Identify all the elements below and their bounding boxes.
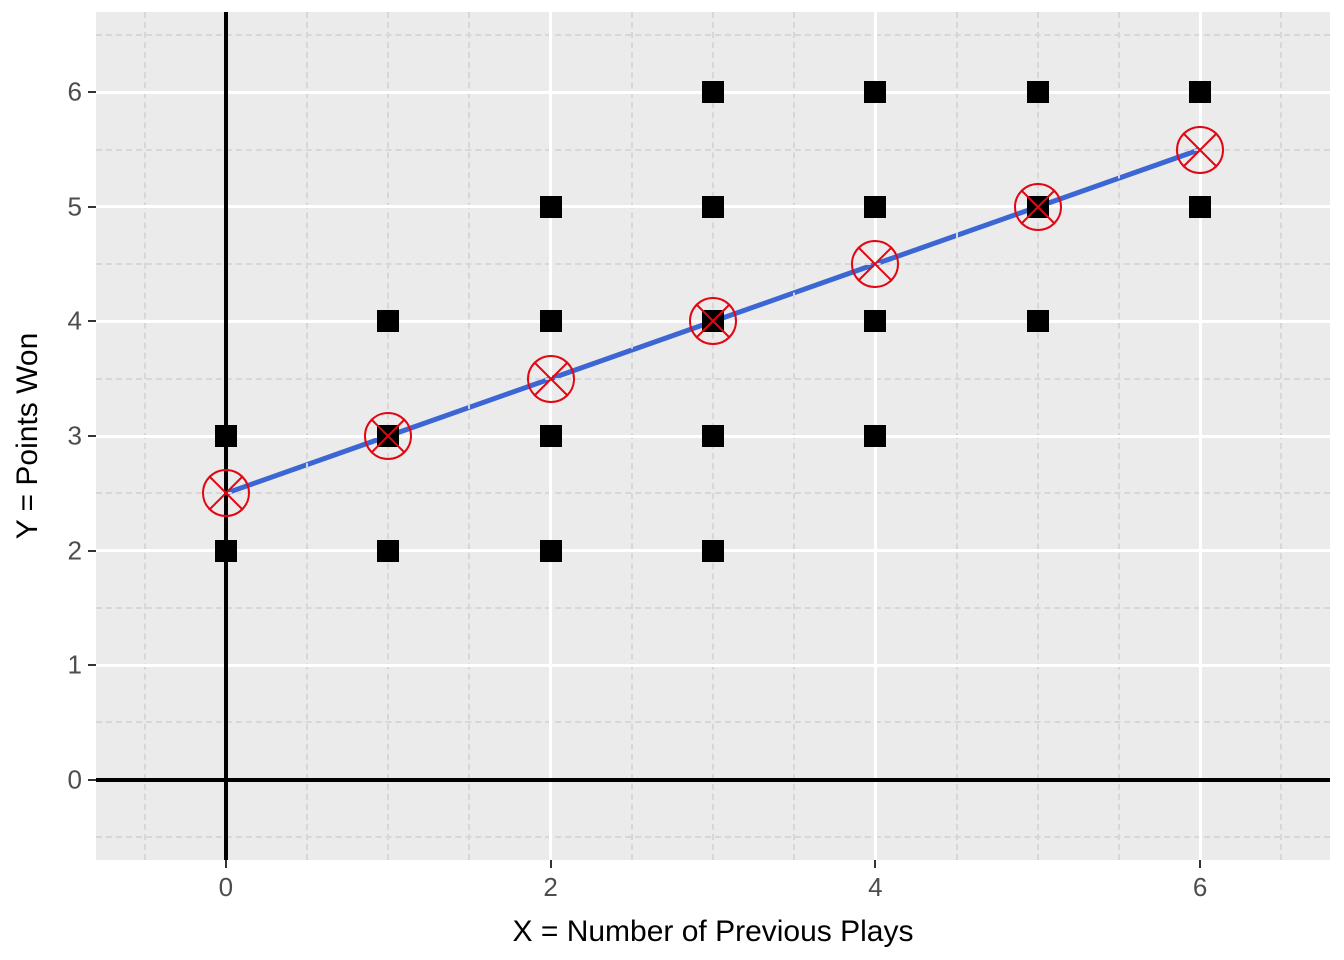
grid-minor-h [96, 149, 1330, 151]
data-point [1027, 310, 1049, 332]
data-point [864, 310, 886, 332]
x-tick-label: 0 [219, 872, 233, 903]
grid-minor-h [96, 836, 1330, 838]
data-point [1189, 81, 1211, 103]
y-tickmark [88, 550, 96, 552]
data-point [377, 540, 399, 562]
y-tick-label: 5 [68, 191, 82, 222]
x-tick-label: 4 [868, 872, 882, 903]
y-tickmark [88, 435, 96, 437]
data-point [540, 310, 562, 332]
y-tick-label: 1 [68, 650, 82, 681]
grid-minor-h [96, 607, 1330, 609]
y-tick-label: 6 [68, 77, 82, 108]
x-tickmark [874, 860, 876, 868]
x-tickmark [225, 860, 227, 868]
data-point [702, 310, 724, 332]
x-tickmark [1199, 860, 1201, 868]
data-point [864, 196, 886, 218]
x-axis-title: X = Number of Previous Plays [512, 915, 913, 949]
data-point [215, 540, 237, 562]
y-tick-label: 3 [68, 421, 82, 452]
y-tickmark [88, 779, 96, 781]
chart: 0 2 4 6 0 1 2 3 4 5 6 X = Number of Previous Play… [0, 0, 1344, 960]
data-point [1027, 81, 1049, 103]
plot-panel [96, 12, 1330, 860]
grid-minor-h [96, 263, 1330, 265]
data-point [1027, 196, 1049, 218]
x-tick-label: 2 [543, 872, 557, 903]
data-point [864, 425, 886, 447]
y-tick-label: 4 [68, 306, 82, 337]
grid-minor-h [96, 378, 1330, 380]
y-tickmark [88, 91, 96, 93]
data-point [702, 196, 724, 218]
data-point [540, 540, 562, 562]
y-tickmark [88, 664, 96, 666]
ref-hline-y0 [96, 778, 1330, 782]
data-point [540, 425, 562, 447]
grid-major-h [96, 664, 1330, 667]
data-point [864, 81, 886, 103]
x-tick-label: 6 [1193, 872, 1207, 903]
data-point [1189, 196, 1211, 218]
y-axis-title: Y = Points Won [11, 333, 45, 540]
y-tick-label: 0 [68, 764, 82, 795]
grid-minor-h [96, 34, 1330, 36]
y-tickmark [88, 320, 96, 322]
grid-minor-h [96, 721, 1330, 723]
data-point [377, 425, 399, 447]
data-point [377, 310, 399, 332]
data-point [702, 81, 724, 103]
data-point [702, 540, 724, 562]
y-tick-label: 2 [68, 535, 82, 566]
data-point [702, 425, 724, 447]
data-point [540, 196, 562, 218]
x-tickmark [550, 860, 552, 868]
data-point [215, 425, 237, 447]
grid-minor-h [96, 492, 1330, 494]
y-tickmark [88, 206, 96, 208]
